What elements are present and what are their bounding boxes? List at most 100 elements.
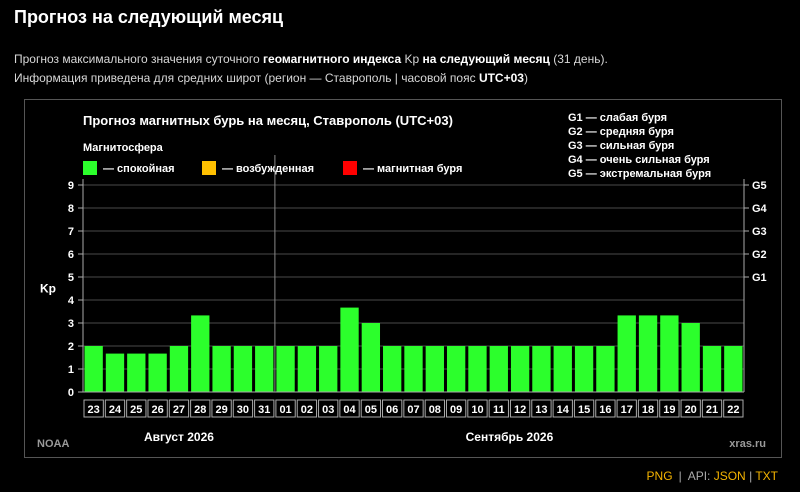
g-legend-item: G5 — экстремальная буря [568, 168, 711, 180]
y-tick-label: 7 [68, 226, 74, 238]
day-label: 31 [258, 404, 270, 416]
day-label: 23 [88, 404, 100, 416]
day-label: 18 [642, 404, 654, 416]
bar [638, 315, 658, 392]
day-label: 20 [685, 404, 697, 416]
day-label: 24 [109, 404, 122, 416]
png-link[interactable]: PNG [647, 469, 673, 483]
y-tick-label: 9 [68, 180, 74, 192]
y-tick-label: 3 [68, 318, 74, 330]
legend-swatch-storm [343, 161, 357, 175]
bar [105, 353, 125, 392]
bar [169, 346, 189, 392]
subtitle-text: Прогноз максимального значения суточного [14, 52, 264, 66]
g-tick-label: G4 [752, 203, 768, 215]
bar [553, 346, 572, 392]
y-tick-label: 4 [68, 295, 75, 307]
bar [297, 346, 317, 392]
legend-swatch-calm [83, 161, 97, 175]
day-label: 27 [173, 404, 185, 416]
day-label: 14 [557, 404, 570, 416]
day-label: 26 [152, 404, 164, 416]
bar [617, 315, 636, 392]
g-legend-item: G4 — очень сильная буря [568, 154, 710, 166]
bar [127, 353, 146, 392]
g-legend-item: G1 — слабая буря [568, 112, 667, 124]
json-link[interactable]: JSON [714, 469, 746, 483]
month-label: Сентябрь 2026 [466, 430, 554, 444]
bar [446, 346, 466, 392]
day-label: 21 [706, 404, 718, 416]
bar [84, 346, 103, 392]
day-label: 13 [535, 404, 547, 416]
g-tick-label: G1 [752, 272, 767, 284]
bar [510, 346, 530, 392]
footer-separator: | [678, 469, 682, 483]
bar [212, 346, 231, 392]
y-tick-label: 1 [68, 364, 74, 376]
subtitle-timezone: UTC+03 [478, 71, 524, 85]
bar [489, 346, 508, 392]
bar [255, 346, 274, 392]
subtitle-region-close: ) [523, 71, 528, 85]
day-label: 07 [407, 404, 419, 416]
day-label: 02 [301, 404, 313, 416]
day-label: 01 [279, 404, 291, 416]
bar [319, 346, 338, 392]
bar [191, 315, 210, 392]
y-tick-label: 5 [68, 272, 74, 284]
bar [425, 346, 444, 392]
day-label: 17 [621, 404, 633, 416]
subtitle-bold-month: на следующий месяц [422, 52, 550, 66]
txt-link[interactable]: TXT [755, 469, 778, 483]
source-xras: xras.ru [729, 438, 766, 450]
day-label: 09 [450, 404, 462, 416]
subtitle-text-kp: Kp [401, 52, 423, 66]
page-title: Прогноз на следующий месяц [14, 7, 284, 27]
legend-swatch-active [202, 161, 216, 175]
bar [724, 346, 743, 392]
legend-label-active: — возбужденная [222, 163, 314, 175]
day-label: 05 [365, 404, 377, 416]
subtitle-bold-index: геомагнитного индекса [263, 52, 402, 66]
day-label: 30 [237, 404, 249, 416]
legend-label-storm: — магнитная буря [363, 163, 462, 175]
bar [276, 346, 295, 392]
api-label: API: [687, 469, 711, 483]
bar [532, 346, 551, 392]
day-label: 12 [514, 404, 526, 416]
day-label: 10 [471, 404, 483, 416]
bar [468, 346, 487, 392]
chart-title: Прогноз магнитных бурь на месяц, Ставроп… [83, 113, 453, 128]
g-legend-item: G3 — сильная буря [568, 140, 674, 152]
bar [233, 346, 253, 392]
subtitle-description: Прогноз максимального значения суточного… [14, 52, 608, 66]
legend-label-calm: — спокойная [103, 163, 175, 175]
bar [574, 346, 594, 392]
g-tick-label: G5 [752, 180, 767, 192]
day-label: 03 [322, 404, 334, 416]
day-label: 06 [386, 404, 398, 416]
day-label: 08 [429, 404, 441, 416]
kp-forecast-chart: Прогноз магнитных бурь на месяц, Ставроп… [37, 112, 768, 450]
g-tick-label: G2 [752, 249, 767, 261]
y-tick-label: 0 [68, 387, 74, 399]
bar [340, 307, 359, 392]
day-label: 25 [130, 404, 142, 416]
y-tick-label: 8 [68, 203, 74, 215]
bar [148, 353, 167, 392]
subtitle-region-text: Информация приведена для средних широт (… [14, 71, 479, 85]
subtitle-region: Информация приведена для средних широт (… [14, 71, 528, 85]
footer-links: PNG | API: JSON | TXT [647, 469, 778, 483]
source-noaa: NOAA [37, 438, 69, 450]
day-label: 04 [343, 404, 356, 416]
bar [404, 346, 423, 392]
g-tick-label: G3 [752, 226, 767, 238]
bar [660, 315, 679, 392]
day-label: 22 [727, 404, 739, 416]
day-label: 11 [493, 404, 505, 416]
bar [702, 346, 722, 392]
day-label: 29 [215, 404, 227, 416]
y-axis-label: Kp [40, 282, 56, 296]
subtitle-text-days: (31 день). [549, 52, 608, 66]
